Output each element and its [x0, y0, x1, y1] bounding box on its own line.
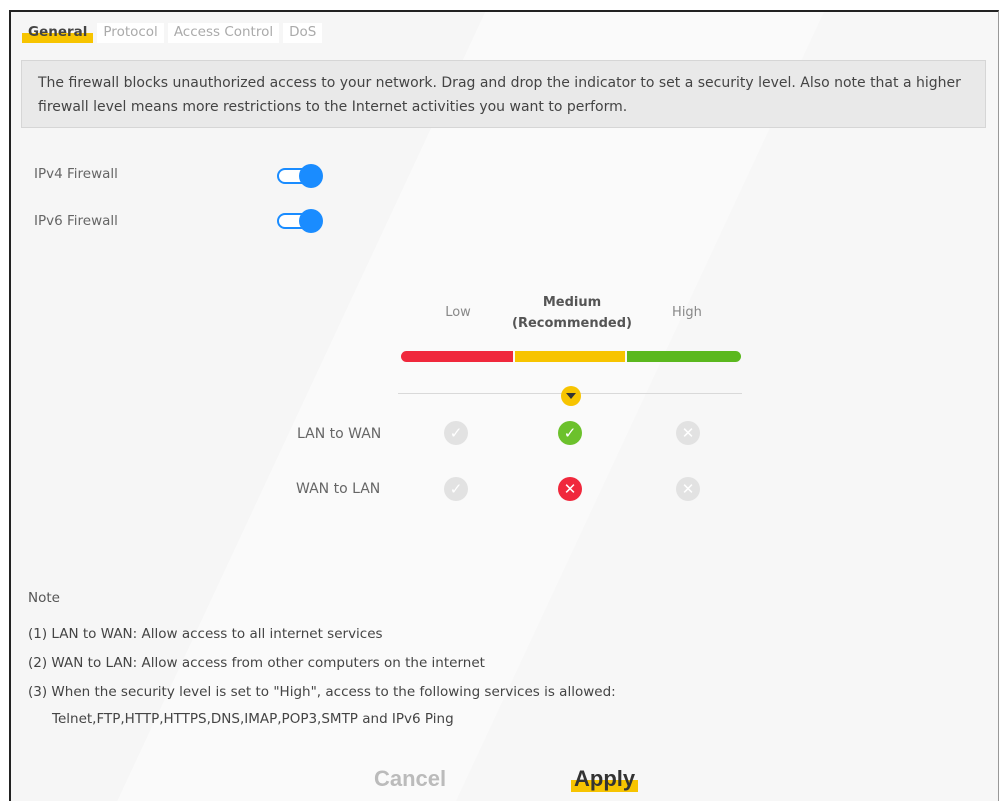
check-icon: ✓	[558, 421, 582, 445]
wan-to-lan-label: WAN to LAN	[296, 481, 381, 497]
cross-icon: ✕	[676, 421, 700, 445]
tab-access-control[interactable]: Access Control	[167, 23, 280, 43]
note-item: Telnet,FTP,HTTP,HTTPS,DNS,IMAP,POP3,SMTP…	[52, 711, 454, 727]
tab-dos[interactable]: DoS	[283, 23, 323, 43]
tab-general[interactable]: General	[22, 23, 94, 43]
note-title: Note	[28, 590, 60, 606]
apply-button[interactable]: Apply	[571, 766, 639, 792]
lan-to-wan-label: LAN to WAN	[297, 426, 382, 442]
note-item: (2) WAN to LAN: Allow access from other …	[28, 655, 485, 671]
note-item: (1) LAN to WAN: Allow access to all inte…	[28, 626, 383, 642]
description-box: The firewall blocks unauthorized access …	[21, 60, 986, 128]
ipv4-firewall-toggle[interactable]	[277, 164, 329, 188]
ipv6-firewall-label: IPv6 Firewall	[34, 213, 118, 229]
check-icon: ✓	[444, 477, 468, 501]
tab-bar: General Protocol Access Control DoS	[22, 22, 326, 44]
ipv4-firewall-label: IPv4 Firewall	[34, 166, 118, 182]
level-high-label: High	[672, 305, 702, 320]
level-indicator-icon[interactable]	[561, 386, 581, 406]
firewall-panel	[9, 10, 999, 801]
note-item: (3) When the security level is set to "H…	[28, 684, 616, 700]
level-medium-label: Medium (Recommended)	[507, 292, 637, 334]
level-medium-subtitle: (Recommended)	[512, 316, 632, 331]
cross-icon: ✕	[676, 477, 700, 501]
level-bar-low[interactable]	[401, 351, 513, 362]
level-bar-medium[interactable]	[515, 351, 625, 362]
level-low-label: Low	[445, 305, 471, 320]
level-bar-high[interactable]	[627, 351, 741, 362]
ipv6-firewall-toggle[interactable]	[277, 209, 329, 233]
check-icon: ✓	[444, 421, 468, 445]
cancel-button[interactable]: Cancel	[374, 766, 446, 792]
cross-icon: ✕	[558, 477, 582, 501]
level-medium-title: Medium	[542, 295, 602, 310]
tab-protocol[interactable]: Protocol	[97, 23, 164, 43]
